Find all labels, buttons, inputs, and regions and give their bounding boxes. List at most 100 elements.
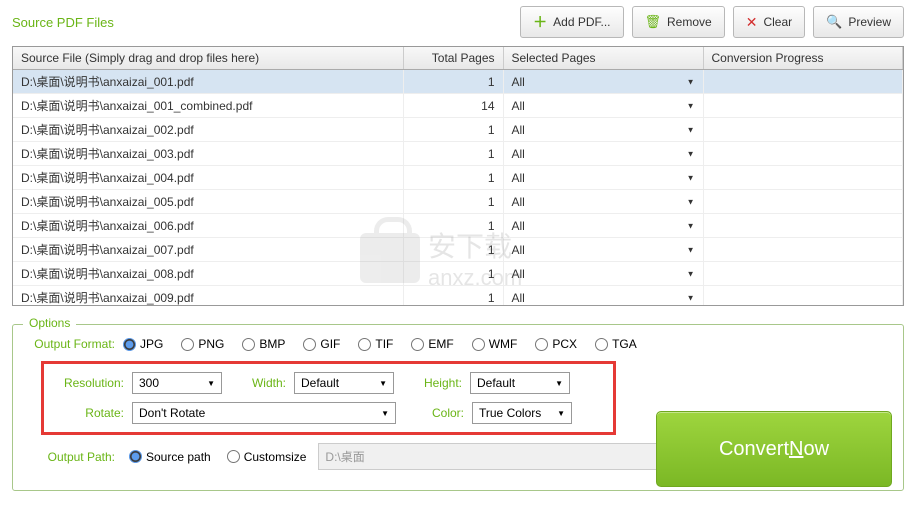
cell-file: D:\桌面\说明书\anxaizai_002.pdf	[13, 118, 403, 142]
preview-button[interactable]: 🔍 Preview	[813, 6, 904, 38]
format-label: WMF	[489, 337, 518, 351]
cell-progress	[703, 142, 903, 166]
col-source-file[interactable]: Source File (Simply drag and drop files …	[13, 47, 403, 70]
col-selected-pages[interactable]: Selected Pages	[503, 47, 703, 70]
format-label: EMF	[428, 337, 453, 351]
col-total-pages[interactable]: Total Pages	[403, 47, 503, 70]
table-row[interactable]: D:\桌面\说明书\anxaizai_005.pdf 1 All▼	[13, 190, 903, 214]
table-row[interactable]: D:\桌面\说明书\anxaizai_002.pdf 1 All▼	[13, 118, 903, 142]
format-emf[interactable]: EMF	[411, 337, 453, 351]
chevron-down-icon: ▼	[687, 221, 695, 230]
cell-file: D:\桌面\说明书\anxaizai_009.pdf	[13, 286, 403, 307]
section-title: Source PDF Files	[12, 15, 520, 30]
remove-label: Remove	[667, 15, 712, 29]
width-combo[interactable]: Default ▼	[294, 372, 394, 394]
add-pdf-button[interactable]: ＋ Add PDF...	[520, 6, 623, 38]
cell-selected-pages[interactable]: All▼	[503, 286, 703, 307]
height-label: Height:	[402, 376, 462, 390]
format-pcx[interactable]: PCX	[535, 337, 577, 351]
format-label: TGA	[612, 337, 637, 351]
convert-underline: N	[789, 438, 803, 461]
format-tga[interactable]: TGA	[595, 337, 637, 351]
color-value: True Colors	[479, 406, 541, 420]
table-row[interactable]: D:\桌面\说明书\anxaizai_009.pdf 1 All▼	[13, 286, 903, 307]
cell-progress	[703, 238, 903, 262]
table-row[interactable]: D:\桌面\说明书\anxaizai_004.pdf 1 All▼	[13, 166, 903, 190]
cell-progress	[703, 214, 903, 238]
table-row[interactable]: D:\桌面\说明书\anxaizai_003.pdf 1 All▼	[13, 142, 903, 166]
rotate-combo[interactable]: Don't Rotate ▼	[132, 402, 396, 424]
format-radio-input[interactable]	[358, 338, 371, 351]
remove-button[interactable]: 🗑 Remove	[632, 6, 725, 38]
chevron-down-icon: ▼	[555, 379, 563, 388]
color-label: Color:	[404, 406, 464, 420]
chevron-down-icon: ▼	[687, 293, 695, 302]
format-label: BMP	[259, 337, 285, 351]
height-value: Default	[477, 376, 515, 390]
col-progress[interactable]: Conversion Progress	[703, 47, 903, 70]
table-row[interactable]: D:\桌面\说明书\anxaizai_001_combined.pdf 14 A…	[13, 94, 903, 118]
cell-selected-pages[interactable]: All▼	[503, 118, 703, 142]
path-value: D:\桌面	[325, 448, 364, 465]
cell-selected-pages[interactable]: All▼	[503, 142, 703, 166]
cell-file: D:\桌面\说明书\anxaizai_005.pdf	[13, 190, 403, 214]
format-label: GIF	[320, 337, 340, 351]
cell-file: D:\桌面\说明书\anxaizai_007.pdf	[13, 238, 403, 262]
table-row[interactable]: D:\桌面\说明书\anxaizai_001.pdf 1 All▼	[13, 70, 903, 94]
chevron-down-icon: ▼	[687, 125, 695, 134]
chevron-down-icon: ▼	[687, 149, 695, 158]
color-combo[interactable]: True Colors ▼	[472, 402, 572, 424]
table-row[interactable]: D:\桌面\说明书\anxaizai_006.pdf 1 All▼	[13, 214, 903, 238]
clear-button[interactable]: ✕ Clear	[733, 6, 805, 38]
format-radio-input[interactable]	[411, 338, 424, 351]
cell-pages: 1	[403, 118, 503, 142]
options-legend: Options	[23, 316, 76, 330]
clear-label: Clear	[763, 15, 792, 29]
format-radio-input[interactable]	[595, 338, 608, 351]
toolbar: ＋ Add PDF... 🗑 Remove ✕ Clear 🔍 Preview	[520, 6, 904, 38]
cell-selected-pages[interactable]: All▼	[503, 166, 703, 190]
format-bmp[interactable]: BMP	[242, 337, 285, 351]
file-table-container: Source File (Simply drag and drop files …	[12, 46, 904, 306]
cell-selected-pages[interactable]: All▼	[503, 214, 703, 238]
cell-progress	[703, 70, 903, 94]
width-label: Width:	[230, 376, 286, 390]
path-source-input[interactable]	[129, 450, 142, 463]
cell-progress	[703, 190, 903, 214]
format-jpg[interactable]: JPG	[123, 337, 163, 351]
output-format-label: Output Format:	[27, 337, 123, 351]
format-radio-input[interactable]	[472, 338, 485, 351]
trash-icon: 🗑	[645, 14, 662, 30]
output-path-label: Output Path:	[27, 450, 123, 464]
cell-selected-pages[interactable]: All▼	[503, 238, 703, 262]
format-png[interactable]: PNG	[181, 337, 224, 351]
convert-now-button[interactable]: Convert Now	[656, 411, 892, 487]
cell-selected-pages[interactable]: All▼	[503, 190, 703, 214]
chevron-down-icon: ▼	[557, 409, 565, 418]
path-custom-radio[interactable]: Customsize	[227, 450, 307, 464]
table-row[interactable]: D:\桌面\说明书\anxaizai_008.pdf 1 All▼	[13, 262, 903, 286]
height-combo[interactable]: Default ▼	[470, 372, 570, 394]
file-table: Source File (Simply drag and drop files …	[13, 47, 903, 306]
plus-icon: ＋	[533, 12, 547, 32]
convert-post: ow	[803, 438, 829, 461]
path-source-radio[interactable]: Source path	[129, 450, 211, 464]
format-tif[interactable]: TIF	[358, 337, 393, 351]
cell-progress	[703, 94, 903, 118]
table-row[interactable]: D:\桌面\说明书\anxaizai_007.pdf 1 All▼	[13, 238, 903, 262]
cell-pages: 1	[403, 70, 503, 94]
format-wmf[interactable]: WMF	[472, 337, 518, 351]
format-radio-input[interactable]	[303, 338, 316, 351]
resolution-label: Resolution:	[54, 376, 124, 390]
format-radio-input[interactable]	[181, 338, 194, 351]
convert-pre: Convert	[719, 438, 789, 461]
path-custom-input[interactable]	[227, 450, 240, 463]
format-radio-input[interactable]	[123, 338, 136, 351]
resolution-combo[interactable]: 300 ▼	[132, 372, 222, 394]
cell-selected-pages[interactable]: All▼	[503, 262, 703, 286]
cell-selected-pages[interactable]: All▼	[503, 70, 703, 94]
format-radio-input[interactable]	[535, 338, 548, 351]
format-gif[interactable]: GIF	[303, 337, 340, 351]
cell-selected-pages[interactable]: All▼	[503, 94, 703, 118]
format-radio-input[interactable]	[242, 338, 255, 351]
